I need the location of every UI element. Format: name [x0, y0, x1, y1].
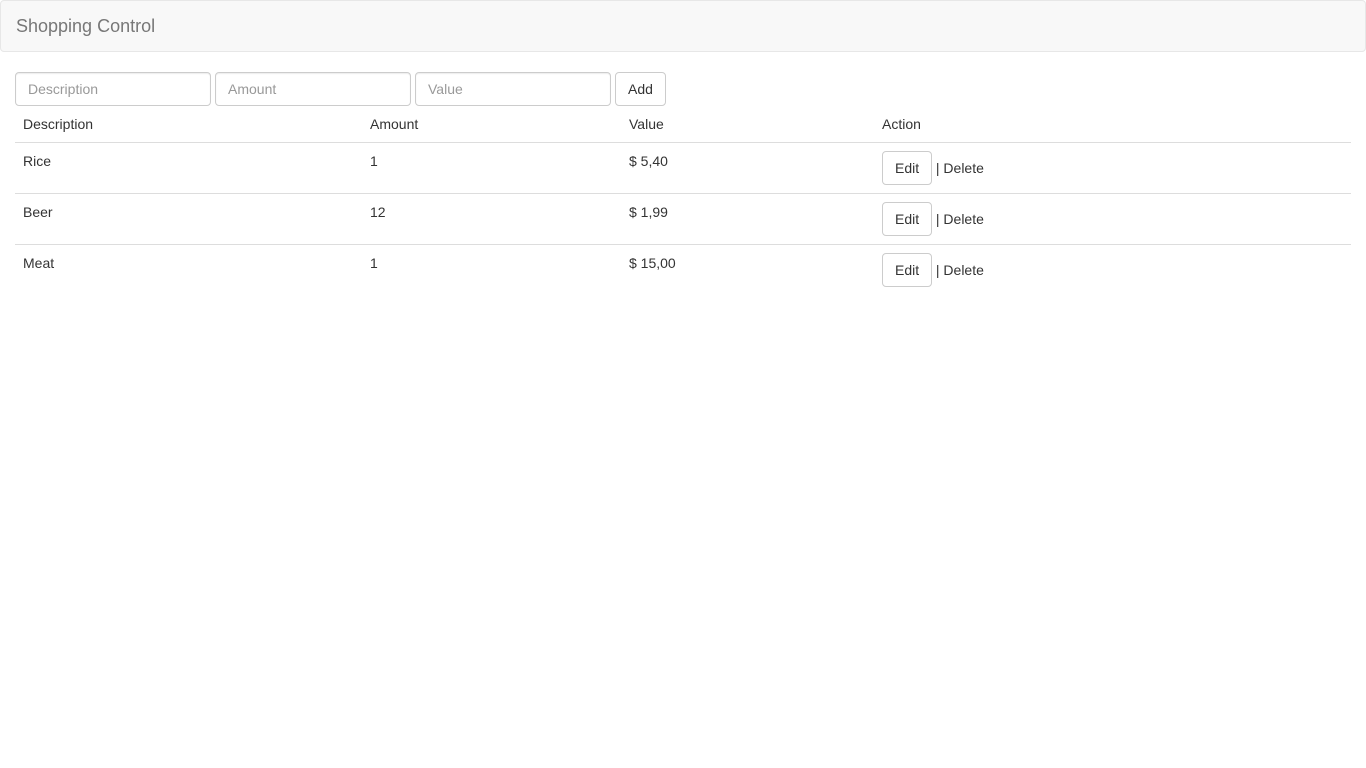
description-input[interactable]	[15, 72, 211, 106]
table-row: Meat 1 $ 15,00 Edit | Delete	[15, 244, 1351, 295]
table-row: Rice 1 $ 5,40 Edit | Delete	[15, 143, 1351, 194]
add-item-form: Add	[15, 72, 666, 106]
delete-link[interactable]: Delete	[943, 211, 983, 227]
cell-action: Edit | Delete	[874, 193, 1351, 245]
value-input[interactable]	[415, 72, 611, 106]
edit-button[interactable]: Edit	[882, 253, 932, 287]
action-separator: |	[935, 262, 940, 278]
cell-value: $ 15,00	[621, 244, 874, 295]
delete-link[interactable]: Delete	[943, 160, 983, 176]
header-action: Action	[874, 106, 1351, 143]
cell-description: Rice	[23, 153, 52, 169]
cell-value: $ 5,40	[629, 153, 668, 169]
cell-description: Meat	[15, 244, 362, 295]
edit-button[interactable]: Edit	[882, 151, 932, 185]
add-button[interactable]: Add	[615, 72, 666, 106]
app-title[interactable]: Shopping Control	[16, 16, 155, 36]
delete-link[interactable]: Delete	[943, 262, 983, 278]
edit-button[interactable]: Edit	[882, 202, 932, 236]
cell-action: Edit | Delete	[874, 143, 1351, 194]
cell-amount: 12	[362, 193, 621, 245]
action-separator: |	[935, 211, 940, 227]
action-separator: |	[935, 160, 940, 176]
header-description: Description	[15, 106, 362, 143]
header-amount: Amount	[362, 106, 621, 143]
table-header-row: Description Amount Value Action	[15, 106, 1351, 143]
items-table: Description Amount Value Action Rice 1 $…	[15, 106, 1351, 295]
cell-description: Beer	[15, 193, 362, 245]
cell-action: Edit | Delete	[874, 244, 1351, 295]
table-row: Beer 12 $ 1,99 Edit | Delete	[15, 193, 1351, 245]
navbar: Shopping Control	[0, 0, 1366, 52]
cell-amount: 1	[362, 244, 621, 295]
cell-value: $ 1,99	[621, 193, 874, 245]
header-value: Value	[621, 106, 874, 143]
cell-amount: 1	[370, 153, 378, 169]
amount-input[interactable]	[215, 72, 411, 106]
